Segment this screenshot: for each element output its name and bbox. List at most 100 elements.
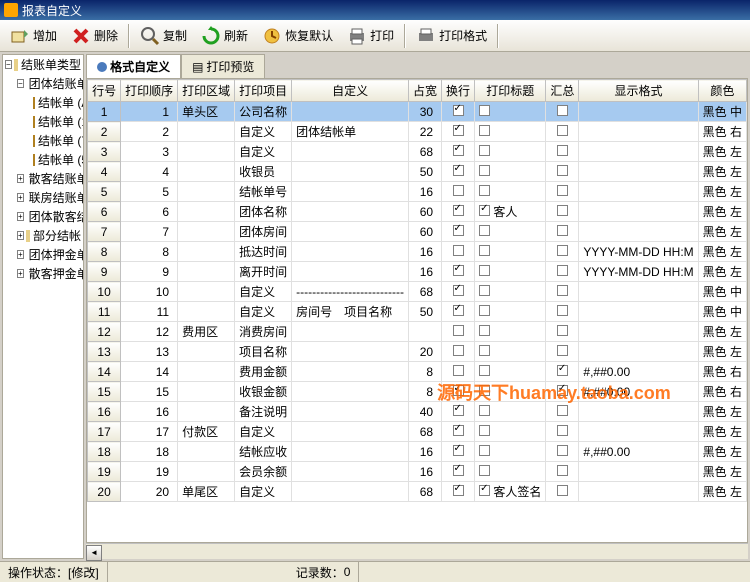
cell-order[interactable]: 18 — [121, 442, 178, 462]
checkbox[interactable] — [453, 425, 464, 436]
cell-format[interactable] — [579, 182, 698, 202]
cell-area[interactable] — [178, 382, 235, 402]
cell-item[interactable]: 项目名称 — [235, 342, 292, 362]
cell-break[interactable] — [442, 422, 475, 442]
checkbox[interactable] — [557, 445, 568, 456]
cell-sum[interactable] — [546, 102, 579, 122]
cell-break[interactable] — [442, 242, 475, 262]
cell-break[interactable] — [442, 162, 475, 182]
cell-break[interactable] — [442, 382, 475, 402]
cell-area[interactable] — [178, 222, 235, 242]
cell-item[interactable]: 公司名称 — [235, 102, 292, 122]
cell-sum[interactable] — [546, 362, 579, 382]
cell-format[interactable] — [579, 102, 698, 122]
cell-title[interactable] — [475, 322, 546, 342]
cell-color[interactable]: 黑色 左 — [698, 402, 746, 422]
cell-title[interactable] — [475, 222, 546, 242]
cell-order[interactable]: 19 — [121, 462, 178, 482]
cell-sum[interactable] — [546, 342, 579, 362]
cell-color[interactable]: 黑色 左 — [698, 462, 746, 482]
cell-break[interactable] — [442, 102, 475, 122]
cell-title[interactable] — [475, 142, 546, 162]
scroll-left-button[interactable]: ◄ — [86, 545, 102, 561]
cell-color[interactable]: 黑色 左 — [698, 222, 746, 242]
table-row[interactable]: 17 17 付款区 自定义 68 黑色 左 — [88, 422, 747, 442]
cell-format[interactable]: #,##0.00 — [579, 362, 698, 382]
table-row[interactable]: 18 18 结帐应收 16 #,##0.00 黑色 左 — [88, 442, 747, 462]
cell-order[interactable]: 5 — [121, 182, 178, 202]
cell-item[interactable]: 自定义 — [235, 422, 292, 442]
cell-title[interactable] — [475, 382, 546, 402]
cell-custom[interactable]: 团体结帐单 — [292, 122, 409, 142]
cell-title[interactable] — [475, 362, 546, 382]
expand-icon[interactable]: + — [17, 174, 24, 183]
cell-break[interactable] — [442, 142, 475, 162]
cell-sum[interactable] — [546, 302, 579, 322]
cell-sum[interactable] — [546, 462, 579, 482]
checkbox[interactable] — [557, 185, 568, 196]
cell-order[interactable]: 16 — [121, 402, 178, 422]
cell-area[interactable]: 单尾区 — [178, 482, 235, 502]
checkbox[interactable] — [557, 425, 568, 436]
cell-format[interactable] — [579, 462, 698, 482]
cell-format[interactable] — [579, 342, 698, 362]
cell-area[interactable] — [178, 302, 235, 322]
cell-item[interactable]: 自定义 — [235, 482, 292, 502]
cell-area[interactable] — [178, 262, 235, 282]
checkbox[interactable] — [453, 225, 464, 236]
col-header[interactable]: 打印标题 — [475, 80, 546, 102]
cell-item[interactable]: 费用金额 — [235, 362, 292, 382]
cell-title[interactable] — [475, 282, 546, 302]
checkbox[interactable] — [557, 325, 568, 336]
checkbox[interactable] — [479, 125, 490, 136]
checkbox[interactable] — [453, 485, 464, 496]
cell-area[interactable] — [178, 362, 235, 382]
cell-custom[interactable] — [292, 222, 409, 242]
cell-custom[interactable] — [292, 242, 409, 262]
cell-break[interactable] — [442, 402, 475, 422]
collapse-icon[interactable]: − — [5, 60, 12, 69]
checkbox[interactable] — [479, 385, 490, 396]
cell-title[interactable]: 客人 — [475, 202, 546, 222]
cell-area[interactable] — [178, 142, 235, 162]
cell-sum[interactable] — [546, 142, 579, 162]
cell-color[interactable]: 黑色 左 — [698, 342, 746, 362]
checkbox[interactable] — [557, 225, 568, 236]
checkbox[interactable] — [453, 185, 464, 196]
checkbox[interactable] — [479, 445, 490, 456]
cell-custom[interactable] — [292, 402, 409, 422]
cell-order[interactable]: 4 — [121, 162, 178, 182]
cell-format[interactable] — [579, 142, 698, 162]
checkbox[interactable] — [453, 265, 464, 276]
cell-color[interactable]: 黑色 左 — [698, 202, 746, 222]
cell-title[interactable] — [475, 242, 546, 262]
checkbox[interactable] — [479, 465, 490, 476]
cell-break[interactable] — [442, 342, 475, 362]
checkbox[interactable] — [557, 385, 568, 396]
cell-item[interactable]: 消费房间 — [235, 322, 292, 342]
cell-sum[interactable] — [546, 442, 579, 462]
checkbox[interactable] — [453, 125, 464, 136]
cell-break[interactable] — [442, 182, 475, 202]
expand-icon[interactable]: + — [17, 269, 24, 278]
print-button[interactable]: 打印 — [341, 24, 400, 48]
col-header[interactable]: 自定义 — [292, 80, 409, 102]
cell-title[interactable] — [475, 182, 546, 202]
cell-sum[interactable] — [546, 402, 579, 422]
cell-format[interactable] — [579, 222, 698, 242]
cell-format[interactable]: #,##0.00 — [579, 382, 698, 402]
col-header[interactable]: 占宽 — [409, 80, 442, 102]
cell-width[interactable]: 16 — [409, 242, 442, 262]
col-header[interactable]: 颜色 — [698, 80, 746, 102]
expand-icon[interactable]: + — [17, 193, 24, 202]
cell-item[interactable]: 会员余额 — [235, 462, 292, 482]
cell-order[interactable]: 17 — [121, 422, 178, 442]
cell-title[interactable] — [475, 102, 546, 122]
cell-area[interactable] — [178, 202, 235, 222]
cell-width[interactable]: 60 — [409, 202, 442, 222]
cell-color[interactable]: 黑色 左 — [698, 162, 746, 182]
cell-title[interactable] — [475, 402, 546, 422]
cell-format[interactable] — [579, 302, 698, 322]
printfmt-button[interactable]: 打印格式 — [410, 24, 493, 48]
tree-node[interactable]: +联房结账单 — [3, 188, 83, 207]
